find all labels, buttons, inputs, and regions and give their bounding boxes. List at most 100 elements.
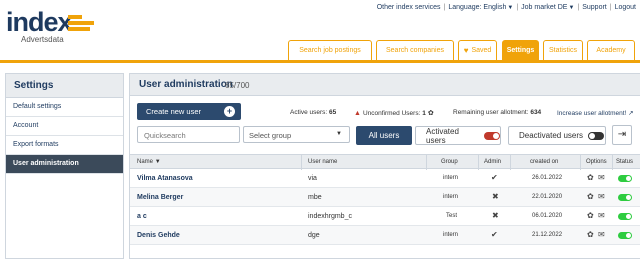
job-market-dropdown[interactable]: Job market DE ▼ (521, 4, 574, 11)
table-row[interactable]: a c indexhrgmb_c Test ✖ 06.01.2020 ✿ ✉ (130, 207, 640, 226)
sidebar-item-export-formats[interactable]: Export formats (6, 136, 123, 155)
col-options-header: Options (586, 159, 607, 165)
user-created: 26.01.2022 (532, 175, 563, 181)
gear-icon[interactable]: ✿ (428, 110, 434, 117)
col-name-header[interactable]: Name ▼ (137, 159, 161, 165)
filter-activated-users-button[interactable]: Activated users (415, 126, 501, 145)
page: index Advertsdata Other index services | L… (0, 0, 640, 259)
envelope-icon[interactable]: ✉ (598, 192, 605, 201)
tab-settings[interactable]: Settings (502, 40, 539, 61)
status-toggle[interactable] (618, 232, 632, 239)
sidebar-item-user-administration[interactable]: User administration (6, 155, 123, 174)
warning-icon: ▲ (354, 110, 361, 117)
tab-label: Search job postings (299, 47, 361, 54)
col-username-header: User name (308, 159, 338, 165)
toggle-icon (484, 131, 500, 140)
table-row[interactable]: Vilma Atanasova via intern ✔ 26.01.2022 … (130, 169, 640, 188)
user-admin-panel: User administration 65/700 Create new us… (129, 73, 640, 259)
index-logo[interactable]: index Advertsdata (6, 9, 96, 44)
active-users-label: Active users: (290, 109, 328, 116)
user-group: intern (443, 175, 459, 181)
table-row[interactable]: Denis Gehde dge intern ✔ 21.12.2022 ✿ ✉ (130, 226, 640, 245)
user-group: intern (443, 194, 459, 200)
envelope-icon[interactable]: ✉ (598, 211, 605, 220)
column-divider (478, 155, 479, 170)
filter-deactivated-label: Deactivated users (519, 131, 584, 140)
column-divider (301, 155, 302, 170)
table-header: Name ▼ User name Group Admin created on … (130, 154, 640, 170)
user-username: via (308, 175, 317, 182)
group-select-label: Select group (249, 131, 292, 140)
gear-icon[interactable]: ✿ (587, 192, 594, 201)
tab-label: Search companies (386, 47, 444, 54)
status-toggle[interactable] (618, 213, 632, 220)
user-name[interactable]: Vilma Atanasova (137, 175, 193, 182)
sidebar-item-default-settings[interactable]: Default settings (6, 98, 123, 117)
active-users-value: 65 (329, 109, 337, 116)
language-dropdown[interactable]: Language: English ▼ (448, 4, 513, 11)
header-divider (0, 60, 640, 63)
tab-academy[interactable]: Academy (587, 40, 635, 61)
sidebar-item-account[interactable]: Account (6, 117, 123, 136)
tab-search-job-postings[interactable]: Search job postings (288, 40, 372, 61)
sort-down-icon: ▼ (154, 159, 161, 165)
logo-subtitle: Advertsdata (21, 35, 64, 44)
filter-all-users-button[interactable]: All users (356, 126, 412, 145)
user-count: 65/700 (225, 81, 250, 90)
settings-sidebar: Settings Default settings Account Export… (5, 73, 124, 259)
column-divider (426, 155, 427, 170)
active-users-stat: Active users: 65 (290, 109, 336, 116)
tab-statistics[interactable]: Statistics (543, 40, 583, 61)
column-divider (510, 155, 511, 170)
cross-icon: ✖ (492, 211, 499, 220)
chevron-down-icon: ▼ (568, 5, 575, 11)
logout-link[interactable]: Logout (615, 4, 636, 11)
user-created: 21.12.2022 (532, 232, 563, 238)
user-name[interactable]: a c (137, 213, 147, 220)
col-admin-header: Admin (484, 159, 502, 165)
status-toggle[interactable] (618, 194, 632, 201)
filter-activated-label: Activated users (426, 126, 459, 145)
user-username: mbe (308, 194, 322, 201)
chevron-down-icon: ▼ (507, 5, 514, 11)
tab-label: Saved (471, 47, 492, 54)
remaining-value: 634 (530, 109, 542, 116)
create-user-label: Create new user (146, 107, 202, 116)
status-toggle[interactable] (618, 175, 632, 182)
create-user-button[interactable]: Create new user + (137, 103, 241, 120)
increase-allotment-link[interactable]: Increase user allotment! ↗ (557, 109, 634, 117)
chevron-down-icon: ▼ (336, 131, 342, 137)
user-created: 22.01.2020 (532, 194, 563, 200)
tab-search-companies[interactable]: Search companies (376, 40, 454, 61)
filter-deactivated-users-button[interactable]: Deactivated users (508, 126, 606, 145)
tab-label: Statistics (548, 47, 577, 54)
gear-icon[interactable]: ✿ (587, 173, 594, 182)
sidebar-title: Settings (6, 74, 123, 98)
user-username: dge (308, 232, 320, 239)
check-icon: ✔ (491, 230, 498, 239)
table-row[interactable]: Melina Berger mbe intern ✖ 22.01.2020 ✿ … (130, 188, 640, 207)
tab-label: Academy (596, 47, 626, 54)
other-services-link[interactable]: Other index services (377, 4, 441, 11)
export-icon[interactable]: ⇥ (612, 125, 632, 145)
unconfirmed-users-stat: ▲ Unconfirmed Users: 1 ✿ (354, 109, 434, 117)
envelope-icon[interactable]: ✉ (598, 173, 605, 182)
language-label: Language: English (448, 4, 507, 11)
col-status-header: Status (616, 159, 634, 165)
user-name[interactable]: Denis Gehde (137, 232, 180, 239)
job-market-label: Job market DE (521, 4, 568, 11)
gear-icon[interactable]: ✿ (587, 230, 594, 239)
col-name-label: Name (137, 159, 154, 165)
user-group: intern (443, 232, 459, 238)
user-name[interactable]: Melina Berger (137, 194, 183, 201)
check-icon: ✔ (491, 173, 498, 182)
envelope-icon[interactable]: ✉ (598, 230, 605, 239)
tab-saved[interactable]: ♥ Saved (458, 40, 497, 61)
col-created-header: created on (530, 159, 559, 165)
user-username: indexhrgmb_c (308, 213, 352, 220)
cross-icon: ✖ (492, 192, 499, 201)
gear-icon[interactable]: ✿ (587, 211, 594, 220)
support-link[interactable]: Support (582, 4, 607, 11)
group-select[interactable]: Select group ▼ (243, 126, 350, 143)
quicksearch-input[interactable]: Quicksearch (137, 126, 240, 143)
